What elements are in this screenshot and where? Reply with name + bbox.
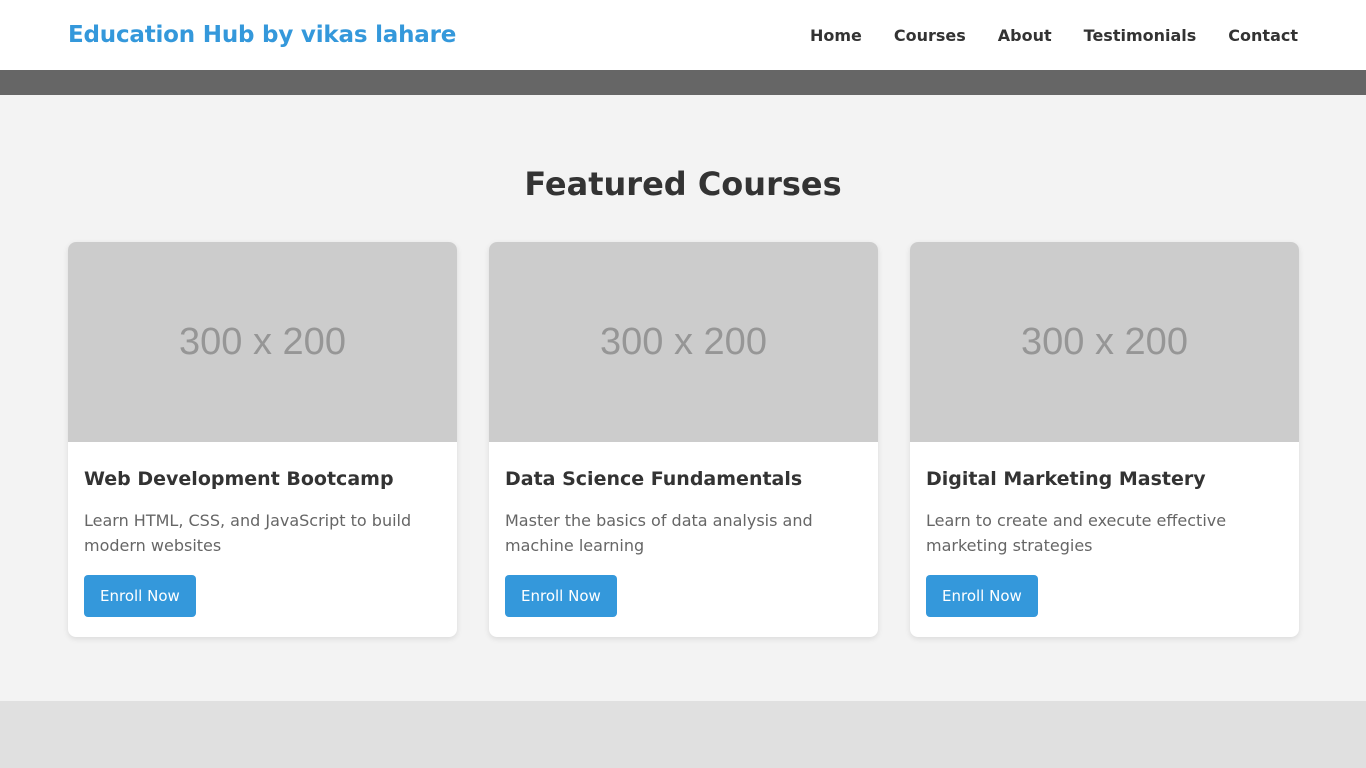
placeholder-image-label: 300 x 200 xyxy=(1021,320,1188,363)
course-card-data-science: 300 x 200 Data Science Fundamentals Mast… xyxy=(489,242,878,637)
course-title: Digital Marketing Mastery xyxy=(926,468,1206,490)
hero-section-edge xyxy=(0,70,1366,95)
nav-item-testimonials: Testimonials xyxy=(1084,26,1197,45)
course-image-placeholder: 300 x 200 xyxy=(489,242,878,442)
nav-link-home[interactable]: Home xyxy=(810,26,862,45)
course-card-body: Data Science Fundamentals Master the bas… xyxy=(489,442,878,633)
course-card-body: Web Development Bootcamp Learn HTML, CSS… xyxy=(68,442,457,633)
course-description: Learn to create and execute effective ma… xyxy=(926,511,1227,555)
enroll-now-button[interactable]: Enroll Now xyxy=(84,575,196,617)
brand-logo-link[interactable]: Education Hub by vikas lahare xyxy=(68,22,456,48)
nav-item-contact: Contact xyxy=(1228,26,1298,45)
course-card-body: Digital Marketing Mastery Learn to creat… xyxy=(910,442,1299,633)
course-description: Learn HTML, CSS, and JavaScript to build… xyxy=(84,511,412,555)
course-description: Master the basics of data analysis and m… xyxy=(505,511,813,555)
nav-link-about[interactable]: About xyxy=(998,26,1052,45)
placeholder-image-label: 300 x 200 xyxy=(179,320,346,363)
navbar: Education Hub by vikas lahare Home Cours… xyxy=(0,0,1366,70)
course-cards: 300 x 200 Web Development Bootcamp Learn… xyxy=(68,242,1299,637)
nav-link-contact[interactable]: Contact xyxy=(1228,26,1298,45)
course-image-placeholder: 300 x 200 xyxy=(68,242,457,442)
course-title: Web Development Bootcamp xyxy=(84,468,394,490)
course-title: Data Science Fundamentals xyxy=(505,468,803,490)
nav-item-courses: Courses xyxy=(894,26,966,45)
section-title: Featured Courses xyxy=(524,165,842,203)
course-card-web-development: 300 x 200 Web Development Bootcamp Learn… xyxy=(68,242,457,637)
nav-item-about: About xyxy=(998,26,1052,45)
course-image-placeholder: 300 x 200 xyxy=(910,242,1299,442)
enroll-now-button[interactable]: Enroll Now xyxy=(926,575,1038,617)
nav-item-home: Home xyxy=(810,26,862,45)
nav-link-testimonials[interactable]: Testimonials xyxy=(1084,26,1197,45)
nav-links: Home Courses About Testimonials Contact xyxy=(810,26,1298,45)
enroll-now-button[interactable]: Enroll Now xyxy=(505,575,617,617)
featured-courses-section: Featured Courses 300 x 200 Web Developme… xyxy=(0,95,1366,701)
nav-link-courses[interactable]: Courses xyxy=(894,26,966,45)
course-card-digital-marketing: 300 x 200 Digital Marketing Mastery Lear… xyxy=(910,242,1299,637)
placeholder-image-label: 300 x 200 xyxy=(600,320,767,363)
next-section xyxy=(0,701,1366,768)
